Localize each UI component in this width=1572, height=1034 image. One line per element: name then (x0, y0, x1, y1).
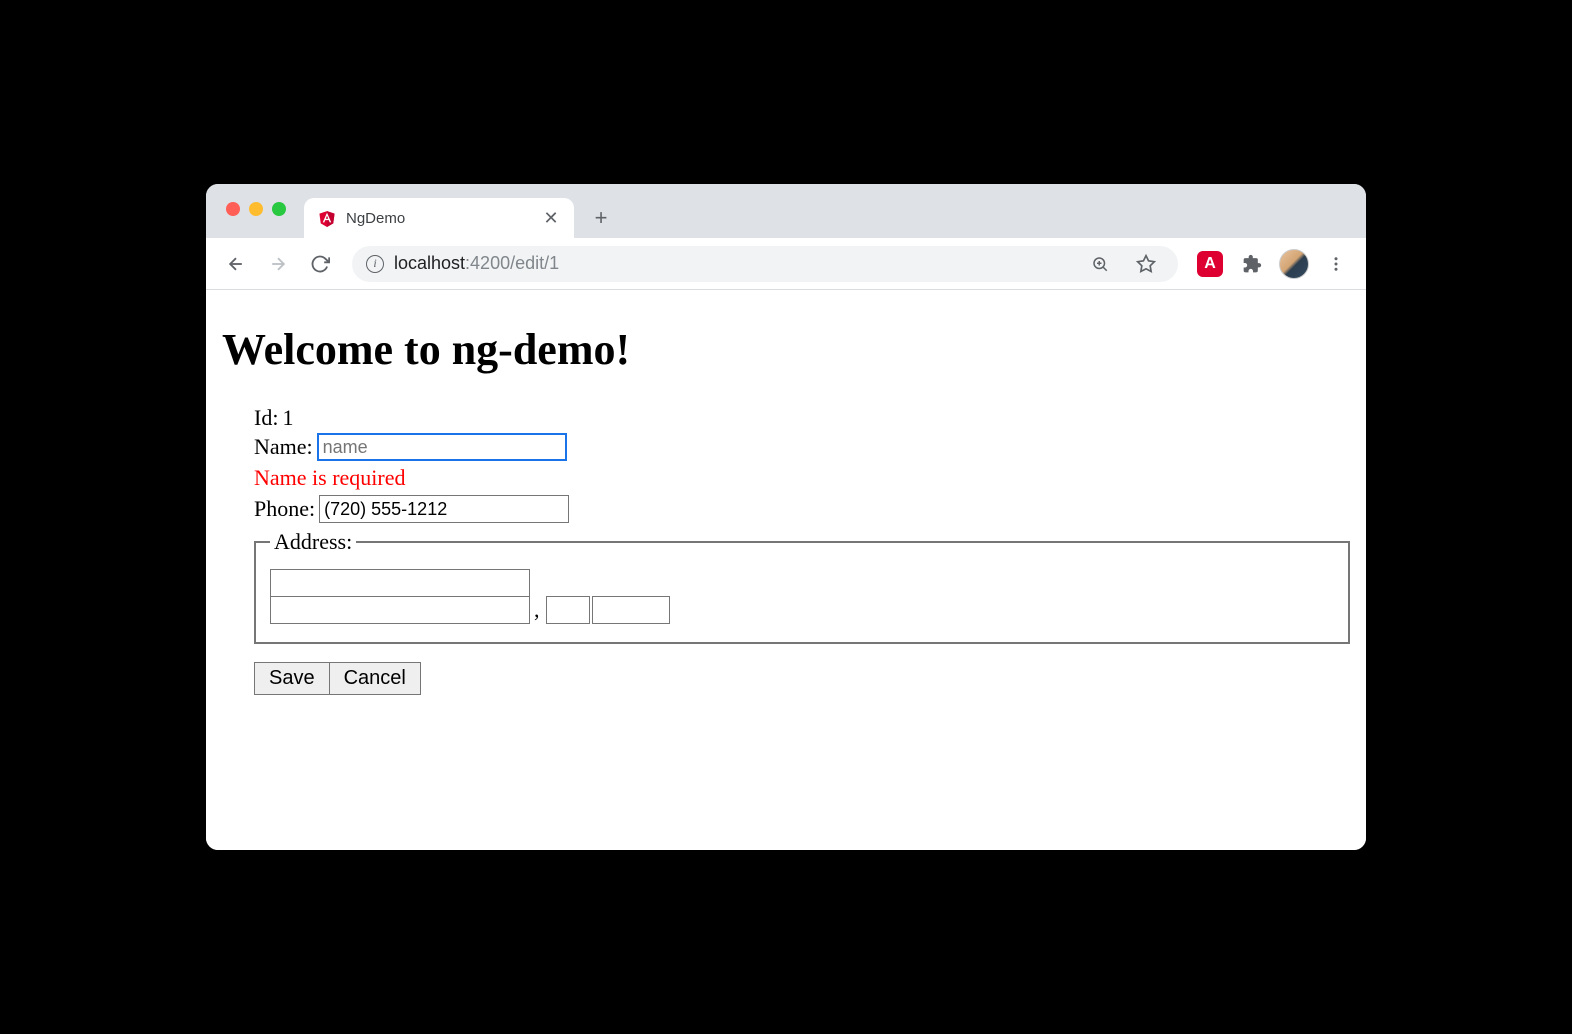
close-window-button[interactable] (226, 202, 240, 216)
address-legend: Address: (270, 529, 356, 555)
address-street-input[interactable] (270, 569, 530, 597)
forward-button[interactable] (260, 246, 296, 282)
address-bar[interactable]: i localhost:4200/edit/1 (352, 246, 1178, 282)
name-error-message: Name is required (254, 465, 1350, 491)
reload-button[interactable] (302, 246, 338, 282)
name-input[interactable] (317, 433, 567, 461)
minimize-window-button[interactable] (249, 202, 263, 216)
extensions-puzzle-icon[interactable] (1234, 246, 1270, 282)
tab-strip: NgDemo ✕ + (304, 184, 618, 238)
id-value: 1 (282, 405, 293, 431)
phone-row: Phone: (254, 495, 1350, 523)
toolbar: i localhost:4200/edit/1 A (206, 238, 1366, 290)
profile-avatar[interactable] (1276, 246, 1312, 282)
tab-active[interactable]: NgDemo ✕ (304, 198, 574, 238)
menu-kebab-icon[interactable] (1318, 246, 1354, 282)
extension-angular-icon[interactable]: A (1192, 246, 1228, 282)
cancel-button[interactable]: Cancel (329, 662, 421, 695)
url-text: localhost:4200/edit/1 (394, 253, 1072, 274)
maximize-window-button[interactable] (272, 202, 286, 216)
close-tab-icon[interactable]: ✕ (542, 208, 560, 229)
name-label: Name: (254, 434, 313, 460)
address-city-input[interactable] (270, 596, 530, 624)
new-tab-button[interactable]: + (584, 201, 618, 235)
url-path: /edit/1 (510, 253, 559, 273)
id-row: Id: 1 (254, 405, 1350, 431)
address-zip-input[interactable] (592, 596, 670, 624)
phone-label: Phone: (254, 496, 315, 522)
angular-icon (318, 209, 336, 227)
url-port: :4200 (465, 253, 510, 273)
url-host: localhost (394, 253, 465, 273)
bookmark-star-icon[interactable] (1128, 246, 1164, 282)
save-button[interactable]: Save (254, 662, 330, 695)
address-separator: , (534, 597, 540, 623)
address-state-input[interactable] (546, 596, 590, 624)
tab-title: NgDemo (346, 210, 532, 227)
title-bar: NgDemo ✕ + (206, 184, 1366, 238)
back-button[interactable] (218, 246, 254, 282)
edit-form: Id: 1 Name: Name is required Phone: Addr… (222, 405, 1350, 695)
window-controls (226, 202, 286, 216)
page-heading: Welcome to ng-demo! (222, 324, 1350, 375)
id-label: Id: (254, 405, 278, 431)
address-city-state-zip-row: , (270, 596, 1334, 624)
page-content: Welcome to ng-demo! Id: 1 Name: Name is … (206, 290, 1366, 850)
address-fieldset: Address: , (254, 529, 1350, 644)
zoom-icon[interactable] (1082, 246, 1118, 282)
button-row: Save Cancel (254, 662, 1350, 695)
phone-input[interactable] (319, 495, 569, 523)
site-info-icon[interactable]: i (366, 255, 384, 273)
browser-window: NgDemo ✕ + i localhost:4200/edit/1 (206, 184, 1366, 850)
name-row: Name: (254, 433, 1350, 461)
